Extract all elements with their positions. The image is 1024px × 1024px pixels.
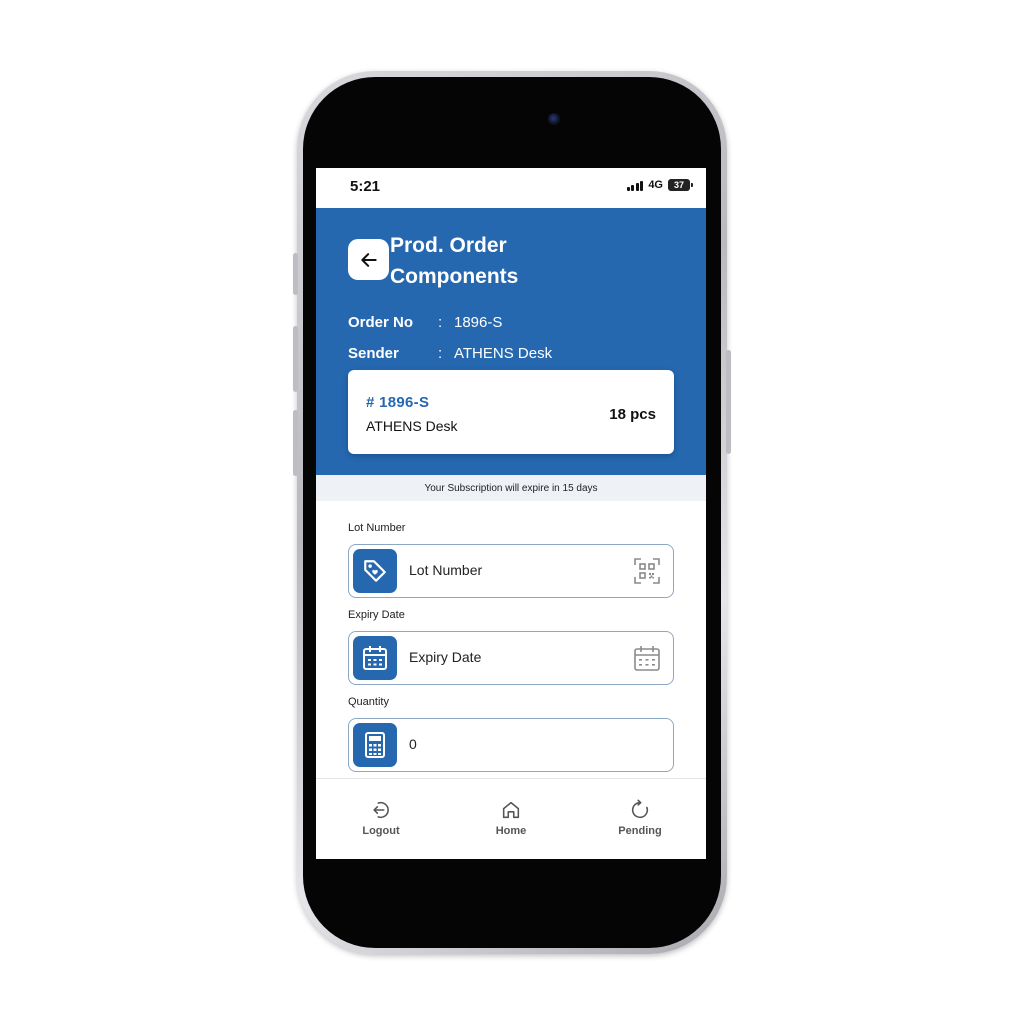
page-title: Prod. Order Components <box>390 230 610 292</box>
subscription-banner: Your Subscription will expire in 15 days <box>316 475 706 501</box>
expiry-date-field[interactable]: Expiry Date <box>348 631 674 685</box>
lot-number-input[interactable]: Lot Number <box>409 562 482 578</box>
tag-icon <box>364 560 386 582</box>
date-picker-button[interactable] <box>633 644 661 672</box>
order-no-row: Order No : 1896-S <box>348 314 502 331</box>
lot-number-field[interactable]: Lot Number <box>348 544 674 598</box>
volume-down-button <box>293 410 298 476</box>
qr-scan-icon <box>634 558 660 584</box>
expiry-date-label: Expiry Date <box>348 609 405 621</box>
order-no-label: Order No <box>348 314 414 331</box>
front-camera <box>548 113 560 125</box>
signal-icon <box>626 180 644 191</box>
quantity-input[interactable]: 0 <box>409 736 417 752</box>
status-bar: 5:21 4G 37 <box>316 168 706 208</box>
order-card-quantity: 18 pcs <box>609 406 656 423</box>
home-icon <box>502 801 520 819</box>
bottom-nav: Logout Home Pending <box>316 778 706 859</box>
calendar-icon <box>634 646 660 671</box>
nav-pending[interactable]: Pending <box>595 799 685 837</box>
sender-label: Sender <box>348 345 399 362</box>
sender-colon: : <box>438 345 443 362</box>
page-title-line1: Prod. Order <box>390 234 507 257</box>
quantity-label: Quantity <box>348 696 389 708</box>
expiry-date-icon-box <box>353 636 397 680</box>
refresh-icon <box>631 799 649 819</box>
status-time: 5:21 <box>350 178 381 195</box>
nav-home-label: Home <box>495 825 527 837</box>
order-no-colon: : <box>438 314 443 331</box>
logout-icon <box>373 801 389 819</box>
order-card-id: # 1896-S <box>366 394 430 411</box>
back-button[interactable] <box>348 239 389 280</box>
sender-value: ATHENS Desk <box>454 345 553 362</box>
power-button <box>726 350 731 454</box>
lot-number-label: Lot Number <box>348 522 406 534</box>
calculator-icon <box>365 732 385 758</box>
quantity-icon-box <box>353 723 397 767</box>
nav-pending-label: Pending <box>618 825 662 837</box>
expiry-date-input[interactable]: Expiry Date <box>409 649 481 665</box>
volume-up-button <box>293 326 298 392</box>
nav-logout-label: Logout <box>362 825 400 837</box>
qr-scan-button[interactable] <box>633 557 661 585</box>
status-indicators: 4G 37 <box>626 179 693 191</box>
battery-icon: 37 <box>668 179 693 191</box>
nav-home[interactable]: Home <box>466 799 556 837</box>
app-screen: 5:21 4G 37 Prod. Order Components Order … <box>316 168 706 859</box>
order-card[interactable]: # 1896-S ATHENS Desk 18 pcs <box>348 370 674 454</box>
order-card-name: ATHENS Desk <box>366 418 458 434</box>
page-title-line2: Components <box>390 265 519 288</box>
quantity-field[interactable]: 0 <box>348 718 674 772</box>
sender-row: Sender : ATHENS Desk <box>348 345 552 362</box>
network-type: 4G <box>648 179 663 191</box>
order-no-value: 1896-S <box>454 314 503 331</box>
calendar-icon <box>363 646 387 670</box>
nav-logout[interactable]: Logout <box>336 799 426 837</box>
lot-number-icon-box <box>353 549 397 593</box>
arrow-left-icon <box>360 252 377 267</box>
action-button <box>293 253 298 295</box>
battery-level: 37 <box>673 180 684 190</box>
